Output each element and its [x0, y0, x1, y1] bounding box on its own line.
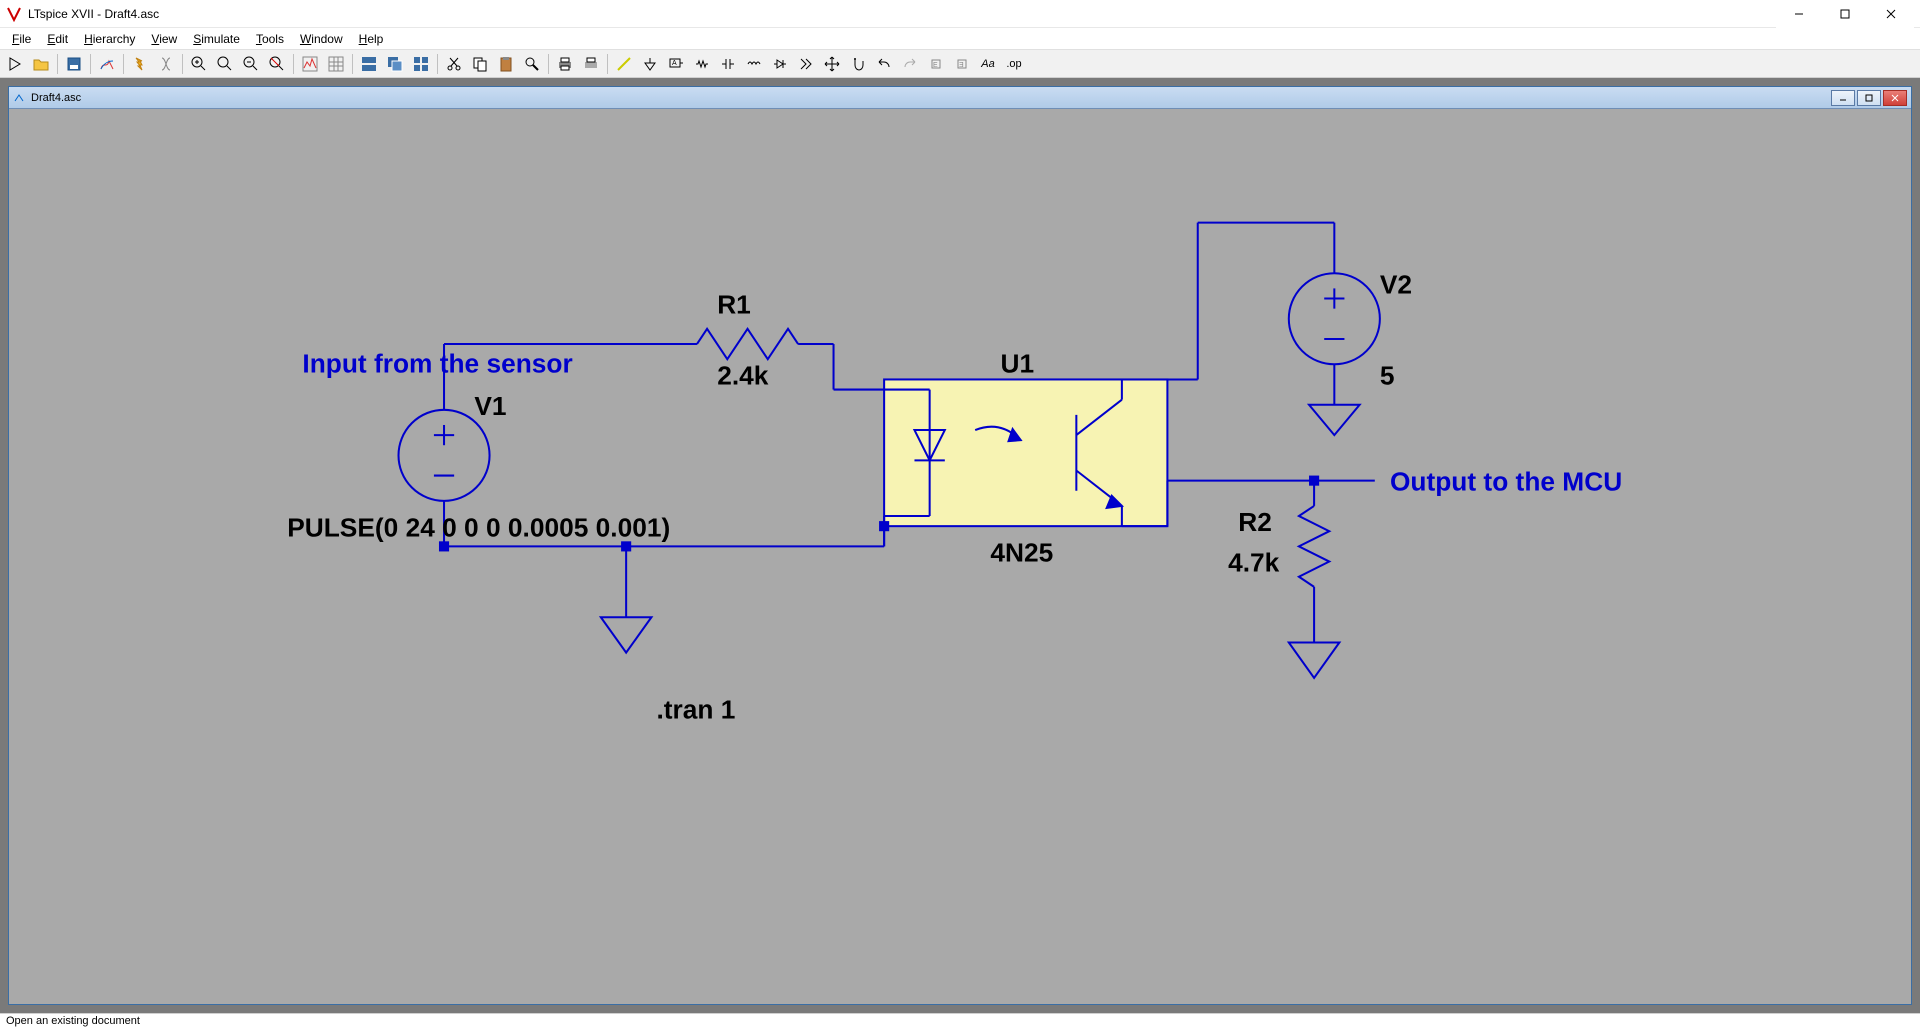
tile-windows-button[interactable] — [357, 52, 381, 76]
drag-button[interactable] — [846, 52, 870, 76]
maximize-button[interactable] — [1822, 0, 1868, 28]
label-r2-name[interactable]: R2 — [1238, 507, 1272, 537]
status-text: Open an existing document — [6, 1015, 140, 1027]
statusbar: Open an existing document — [0, 1013, 1920, 1031]
schematic-canvas[interactable]: V1 PULSE(0 24 0 0 0 0.0005 0.001) R1 2.4… — [9, 109, 1911, 1004]
cascade-windows-button[interactable] — [383, 52, 407, 76]
child-window: Draft4.asc — [8, 86, 1912, 1005]
diode-button[interactable] — [768, 52, 792, 76]
comment-output[interactable]: Output to the MCU — [1390, 467, 1622, 497]
component-r1[interactable] — [697, 329, 798, 359]
save-button[interactable] — [62, 52, 86, 76]
menu-help[interactable]: Help — [351, 30, 392, 48]
label-v2-value[interactable]: 5 — [1380, 361, 1395, 391]
app-icon — [6, 6, 22, 22]
halt-button[interactable] — [154, 52, 178, 76]
component-u1[interactable] — [884, 379, 1167, 546]
menu-hierarchy[interactable]: Hierarchy — [76, 30, 143, 48]
menu-window[interactable]: Window — [292, 30, 351, 48]
ground-button[interactable] — [638, 52, 662, 76]
menu-view[interactable]: View — [143, 30, 185, 48]
mdi-area: Draft4.asc — [0, 78, 1920, 1013]
menu-file[interactable]: File — [4, 30, 39, 48]
child-close-button[interactable] — [1883, 90, 1907, 106]
run-button[interactable] — [128, 52, 152, 76]
label-u1-name[interactable]: U1 — [1000, 348, 1034, 378]
child-titlebar[interactable]: Draft4.asc — [9, 87, 1911, 109]
close-button[interactable] — [1868, 0, 1914, 28]
control-panel-button[interactable] — [95, 52, 119, 76]
zoom-fit-button[interactable] — [265, 52, 289, 76]
undo-button[interactable] — [872, 52, 896, 76]
autorange-button[interactable] — [298, 52, 322, 76]
label-u1-value[interactable]: 4N25 — [990, 538, 1053, 568]
spice-directive[interactable]: .tran 1 — [656, 694, 735, 724]
label-v2-name[interactable]: V2 — [1380, 269, 1412, 299]
capacitor-button[interactable] — [716, 52, 740, 76]
redo-button[interactable] — [898, 52, 922, 76]
menu-simulate[interactable]: Simulate — [185, 30, 248, 48]
component-v2[interactable] — [1289, 273, 1380, 405]
mirror-button[interactable]: Ǝ — [950, 52, 974, 76]
zoom-out-button[interactable] — [239, 52, 263, 76]
svg-text:A: A — [672, 60, 677, 67]
comment-input[interactable]: Input from the sensor — [302, 348, 572, 378]
rotate-button[interactable]: E — [924, 52, 948, 76]
cut-button[interactable] — [442, 52, 466, 76]
label-r1-value[interactable]: 2.4k — [717, 361, 769, 391]
spice-directive-button[interactable]: .op — [1002, 52, 1026, 76]
print-setup-button[interactable] — [579, 52, 603, 76]
resistor-button[interactable] — [690, 52, 714, 76]
schematic-icon — [13, 91, 27, 105]
copy-button[interactable] — [468, 52, 492, 76]
label-v1-value[interactable]: PULSE(0 24 0 0 0 0.0005 0.001) — [287, 512, 670, 542]
component-r2[interactable] — [1299, 481, 1329, 643]
move-button[interactable] — [820, 52, 844, 76]
window-title: LTspice XVII - Draft4.asc — [28, 7, 1776, 21]
menu-edit[interactable]: Edit — [39, 30, 76, 48]
svg-text:E: E — [933, 62, 938, 69]
toggle-grid-button[interactable] — [324, 52, 348, 76]
menubar: File Edit Hierarchy View Simulate Tools … — [0, 28, 1920, 50]
child-maximize-button[interactable] — [1857, 90, 1881, 106]
close-all-button[interactable] — [409, 52, 433, 76]
child-title: Draft4.asc — [31, 92, 1831, 104]
text-button-label: Aa — [979, 58, 996, 70]
minimize-button[interactable] — [1776, 0, 1822, 28]
label-r2-value[interactable]: 4.7k — [1228, 548, 1280, 578]
print-button[interactable] — [553, 52, 577, 76]
paste-button[interactable] — [494, 52, 518, 76]
zoom-in-button[interactable] — [187, 52, 211, 76]
svg-text:Ǝ: Ǝ — [959, 62, 964, 69]
pan-button[interactable] — [213, 52, 237, 76]
label-v1-name[interactable]: V1 — [474, 391, 506, 421]
inductor-button[interactable] — [742, 52, 766, 76]
menu-tools[interactable]: Tools — [248, 30, 292, 48]
window-titlebar: LTspice XVII - Draft4.asc — [0, 0, 1920, 28]
open-button[interactable] — [29, 52, 53, 76]
new-schematic-button[interactable] — [3, 52, 27, 76]
child-minimize-button[interactable] — [1831, 90, 1855, 106]
text-button[interactable]: Aa — [976, 52, 1000, 76]
schematic-svg: V1 PULSE(0 24 0 0 0 0.0005 0.001) R1 2.4… — [9, 109, 1911, 1004]
draw-wire-button[interactable] — [612, 52, 636, 76]
label-r1-name[interactable]: R1 — [717, 290, 751, 320]
component-button[interactable] — [794, 52, 818, 76]
toolbar: A E Ǝ Aa .op — [0, 50, 1920, 78]
label-net-button[interactable]: A — [664, 52, 688, 76]
op-button-label: .op — [1004, 58, 1023, 70]
find-button[interactable] — [520, 52, 544, 76]
